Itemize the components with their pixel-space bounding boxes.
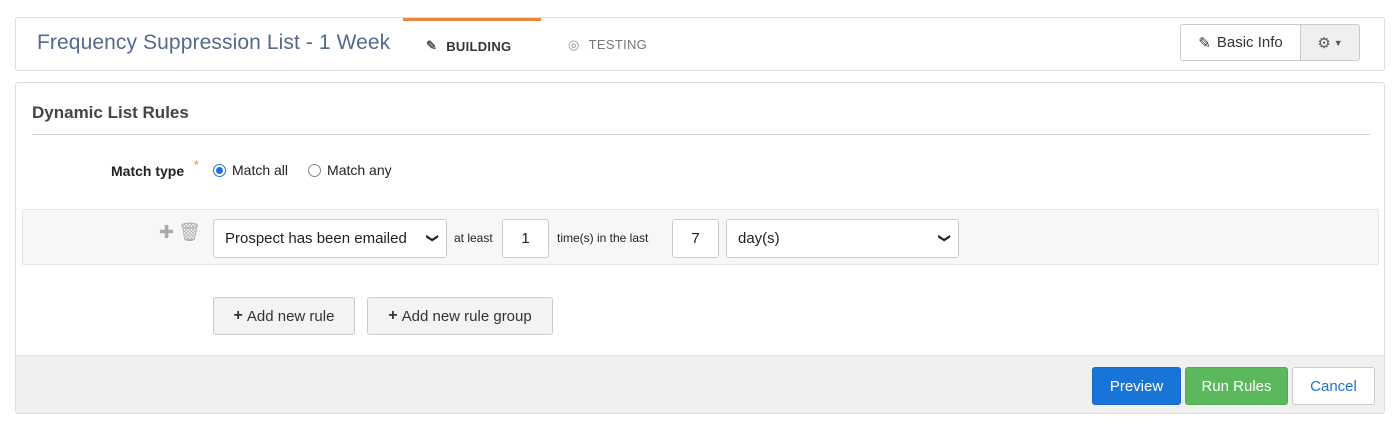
caret-down-icon: ▼ <box>1333 37 1343 48</box>
tab-building-label: BUILDING <box>446 38 512 54</box>
match-all-radio[interactable] <box>213 163 226 177</box>
add-new-rule-button[interactable]: + Add new rule <box>213 297 355 335</box>
chevron-down-icon: ❯ <box>937 232 952 244</box>
tab-testing-label: TESTING <box>588 37 648 52</box>
add-new-rule-group-label: Add new rule group <box>401 307 532 325</box>
match-type-radio-group: Match all Match any <box>213 162 392 178</box>
match-any-radio[interactable] <box>308 163 322 177</box>
period-input[interactable]: 7 <box>672 219 719 258</box>
cancel-button[interactable]: Cancel <box>1292 367 1375 405</box>
rule-condition-select[interactable]: Prospect has been emailed ❯ <box>213 219 447 258</box>
action-footer: Preview Run Rules Cancel <box>16 355 1384 413</box>
section-title: Dynamic List Rules <box>32 103 189 122</box>
period-unit-select[interactable]: day(s) ❯ <box>726 219 959 258</box>
gear-icon: ⚙ <box>1317 34 1331 52</box>
tab-testing[interactable]: ◎ TESTING <box>568 18 647 71</box>
target-icon: ◎ <box>568 36 580 52</box>
required-marker: * <box>194 158 199 172</box>
pencil-icon: ✎ <box>1198 34 1211 52</box>
add-new-rule-label: Add new rule <box>246 307 335 325</box>
run-rules-button[interactable]: Run Rules <box>1185 367 1288 405</box>
preview-button[interactable]: Preview <box>1092 367 1181 405</box>
period-unit-value: day(s) <box>738 230 780 247</box>
times-input[interactable]: 1 <box>502 219 549 258</box>
at-least-label: at least <box>454 231 493 245</box>
basic-info-button[interactable]: ✎ Basic Info <box>1180 24 1300 61</box>
match-type-label: Match type <box>111 163 185 179</box>
plus-icon: + <box>388 307 398 324</box>
settings-dropdown-button[interactable]: ⚙ ▼ <box>1300 24 1360 61</box>
plus-icon: + <box>233 307 243 324</box>
rule-row: ✚ 🗑 Prospect has been emailed ❯ at least… <box>22 209 1379 265</box>
section-divider <box>32 134 1370 135</box>
tab-building[interactable]: ✎ BUILDING <box>403 18 541 71</box>
times-label: time(s) in the last <box>557 231 649 245</box>
list-header: Frequency Suppression List - 1 Week ✎ BU… <box>15 17 1385 71</box>
add-new-rule-group-button[interactable]: + Add new rule group <box>367 297 553 335</box>
chevron-down-icon: ❯ <box>425 232 440 244</box>
trash-icon[interactable]: 🗑 <box>178 222 201 243</box>
edit-icon: ✎ <box>426 38 438 53</box>
rule-condition-value: Prospect has been emailed <box>225 230 407 247</box>
rules-panel: Dynamic List Rules Match type * Match al… <box>15 82 1385 414</box>
page-title: Frequency Suppression List - 1 Week <box>37 31 391 54</box>
match-all-label[interactable]: Match all <box>232 162 288 178</box>
row-actions: ✚ 🗑 <box>159 222 201 243</box>
match-any-label[interactable]: Match any <box>327 162 392 178</box>
plus-icon[interactable]: ✚ <box>159 222 174 243</box>
basic-info-label: Basic Info <box>1216 34 1283 51</box>
